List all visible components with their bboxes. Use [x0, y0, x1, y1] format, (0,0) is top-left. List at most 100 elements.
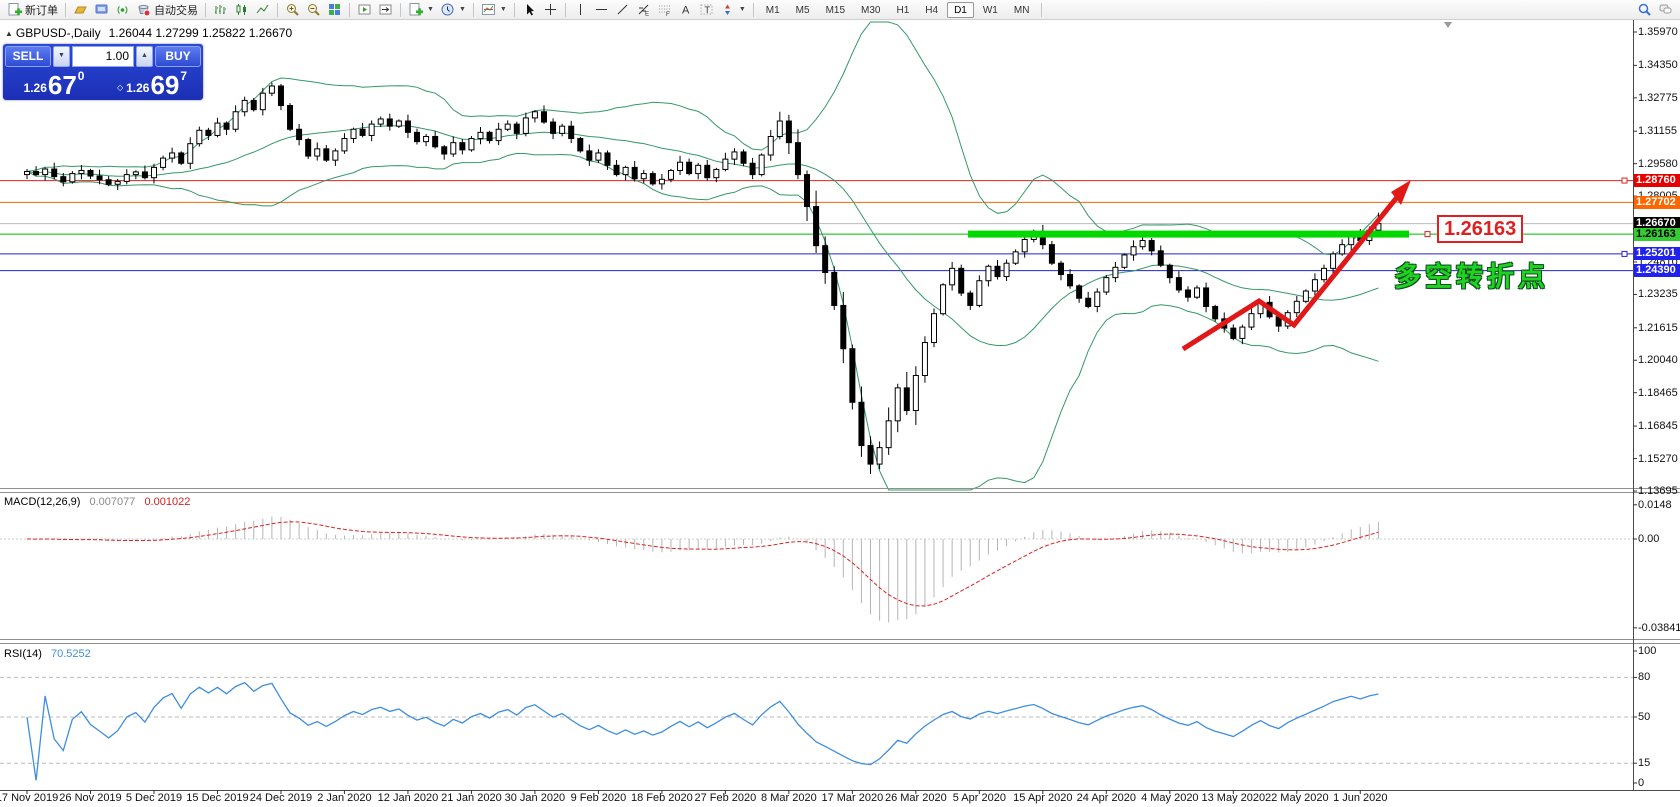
text-label-button[interactable]: T	[696, 1, 717, 19]
candle-body	[1339, 244, 1346, 255]
timeframe-button-h4[interactable]: H4	[918, 2, 945, 18]
candle-body	[60, 176, 67, 183]
candlestick-mode-button[interactable]	[231, 1, 252, 19]
candle-body	[1166, 264, 1173, 279]
candle-body	[1184, 289, 1191, 298]
signal-icon	[115, 2, 130, 17]
timeframe-button-m30[interactable]: M30	[854, 2, 887, 18]
date-tick-label: 15 Dec 2019	[186, 792, 249, 804]
timeframe-button-m1[interactable]: M1	[759, 2, 787, 18]
auto-scroll-button[interactable]	[354, 1, 375, 19]
bucket-icon	[136, 2, 151, 17]
candle-body	[332, 150, 339, 161]
trendline-button[interactable]	[612, 1, 633, 19]
fibo-icon: E	[636, 2, 651, 17]
indicators-icon	[481, 2, 496, 17]
candle-body	[314, 148, 321, 157]
autotrading-button[interactable]: 自动交易	[133, 1, 201, 19]
b-sup: 7	[180, 69, 188, 83]
tile-windows-button[interactable]	[324, 1, 345, 19]
chevron-down-icon[interactable]: ▼	[427, 6, 434, 13]
chart-shift-marker[interactable]	[1444, 22, 1452, 28]
sell-button[interactable]: SELL	[5, 46, 51, 67]
chart-shift-button[interactable]	[375, 1, 396, 19]
panel-collapse-icon[interactable]: ▲	[5, 29, 13, 38]
chevron-down-icon[interactable]: ▼	[500, 6, 507, 13]
crosshair-button[interactable]	[540, 1, 561, 19]
line-chart-mode-button[interactable]	[252, 1, 273, 19]
candle-body	[631, 166, 638, 180]
date-tick-label: 5 Apr 2020	[952, 792, 1006, 804]
pivot-annotation-text[interactable]: 多空转折点	[1394, 255, 1549, 294]
candle-body	[187, 143, 194, 164]
candle-body	[849, 348, 856, 403]
timeframe-button-m15[interactable]: M15	[819, 2, 852, 18]
candle-body	[1175, 277, 1182, 291]
candle-body	[976, 280, 983, 306]
svg-text:T: T	[704, 5, 710, 15]
bar-chart-mode-button[interactable]	[210, 1, 231, 19]
signals-button[interactable]	[112, 1, 133, 19]
equidistant-channel-button[interactable]: E	[633, 1, 654, 19]
cursor-button[interactable]	[519, 1, 540, 19]
chat-button[interactable]	[1655, 1, 1676, 19]
candle-body	[24, 171, 30, 176]
date-tick-label: 18 Feb 2020	[631, 792, 693, 804]
timeframe-button-h1[interactable]: H1	[889, 2, 916, 18]
text-button[interactable]: A	[675, 1, 696, 19]
candle-body	[1121, 254, 1128, 268]
date-tick-label: 21 Jan 2020	[441, 792, 502, 804]
candle-body	[160, 157, 167, 168]
chevron-down-icon[interactable]: ▼	[459, 6, 466, 13]
clock-icon	[440, 2, 455, 17]
sell-price-display[interactable]: 1.26 67 0	[5, 67, 103, 98]
timeframe-button-w1[interactable]: W1	[976, 2, 1005, 18]
candle-body	[423, 135, 430, 143]
s-big: 67	[47, 70, 77, 100]
timeframe-button-m5[interactable]: M5	[789, 2, 817, 18]
candle-body	[87, 169, 94, 177]
volume-input[interactable]: 1.00	[72, 46, 134, 67]
candle-body	[568, 125, 575, 140]
price-tick-label: 1.18465	[1638, 386, 1678, 399]
new-chart-button[interactable]: ▼	[405, 1, 437, 19]
support-highlight-line[interactable]	[968, 230, 1409, 238]
candle-body	[486, 131, 493, 142]
date-tick-label: 30 Jan 2020	[504, 792, 566, 804]
date-tick-label: 9 Feb 2020	[570, 792, 627, 804]
zoom-out-button[interactable]	[303, 1, 324, 19]
buy-price-display[interactable]: ◇ 1.26 69 7	[103, 67, 201, 98]
indicators-button[interactable]: ▼	[478, 1, 510, 19]
profiles-button[interactable]: ▼	[437, 1, 469, 19]
chart-canvas[interactable]	[0, 0, 1680, 807]
new-order-button[interactable]: 新订单	[4, 1, 61, 19]
candle-body	[622, 166, 629, 176]
arrows-button[interactable]: ▼	[717, 1, 749, 19]
candle-body	[268, 85, 275, 94]
volume-increase-button[interactable]: ▲	[136, 46, 153, 67]
ohlc-readout: 1.26044 1.27299 1.25822 1.26670	[108, 26, 293, 40]
timeframe-button-mn[interactable]: MN	[1007, 2, 1037, 18]
level-handle[interactable]	[1621, 250, 1628, 257]
horizontal-line-button[interactable]	[591, 1, 612, 19]
vertical-line-button[interactable]	[570, 1, 591, 19]
rsi-tick-label: 15	[1638, 757, 1651, 770]
fibonacci-retracement-button[interactable]: F	[654, 1, 675, 19]
volume-decrease-button[interactable]: ▼	[53, 46, 70, 67]
candle-body	[305, 139, 312, 157]
chevron-down-icon[interactable]: ▼	[739, 6, 746, 13]
search-button[interactable]	[1634, 1, 1655, 19]
level-label-handle[interactable]	[1424, 231, 1431, 238]
buy-button[interactable]: BUY	[155, 46, 201, 67]
date-tick-label: 13 May 2020	[1201, 792, 1266, 804]
level-price-label[interactable]: 1.26163	[1437, 215, 1524, 243]
candle-body	[241, 99, 248, 113]
market-watch-button[interactable]	[70, 1, 91, 19]
terminal-button[interactable]	[91, 1, 112, 19]
zoom-in-button[interactable]	[282, 1, 303, 19]
price-badge-1.27702: 1.27702	[1634, 195, 1680, 209]
candle-body	[69, 173, 76, 183]
timeframe-button-d1[interactable]: D1	[947, 1, 974, 18]
level-handle[interactable]	[1621, 177, 1628, 184]
candle-body	[704, 164, 711, 179]
